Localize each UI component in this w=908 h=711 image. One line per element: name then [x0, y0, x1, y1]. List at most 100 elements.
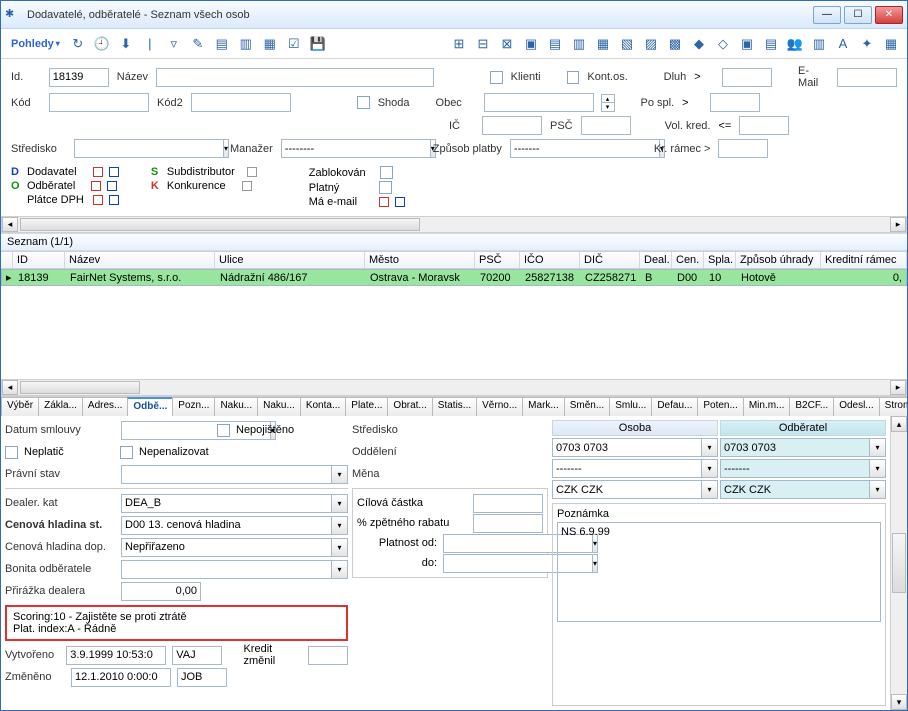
zpet-rabat-input[interactable]	[473, 514, 543, 533]
odb-blue-checkbox[interactable]	[107, 181, 117, 191]
dph-blue-checkbox[interactable]	[109, 195, 119, 205]
stredisko-input[interactable]	[74, 139, 224, 158]
col-id[interactable]: ID	[13, 252, 65, 268]
grid3-icon[interactable]: ⊠	[497, 34, 517, 54]
tab-14[interactable]: Smlu...	[609, 397, 652, 416]
odb-stredisko-btn[interactable]: ▾	[870, 438, 886, 457]
volkred-input[interactable]	[739, 116, 789, 135]
col-psc[interactable]: PSČ	[475, 252, 520, 268]
nepojisteno-checkbox[interactable]	[217, 424, 230, 437]
users-icon[interactable]: 👥	[785, 34, 805, 54]
mail-blue-checkbox[interactable]	[395, 197, 405, 207]
cenova-hladina-st-input[interactable]	[121, 516, 332, 535]
tab-15[interactable]: Defau...	[651, 397, 698, 416]
tab-11[interactable]: Věrno...	[476, 397, 523, 416]
col-ulice[interactable]: Ulice	[215, 252, 365, 268]
konk-checkbox[interactable]	[242, 181, 252, 191]
mail-red-checkbox[interactable]	[379, 197, 389, 207]
grid4-icon[interactable]: ▣	[521, 34, 541, 54]
tab-9[interactable]: Obrat...	[387, 397, 432, 416]
dealer-kat-input[interactable]	[121, 494, 332, 513]
dluh-input[interactable]	[722, 68, 772, 87]
tab-8[interactable]: Plate...	[345, 397, 388, 416]
email-input[interactable]	[837, 68, 897, 87]
odb-red-checkbox[interactable]	[91, 181, 101, 191]
tab-3[interactable]: Odbě...	[127, 397, 173, 416]
maximize-button[interactable]: ☐	[844, 6, 872, 24]
detail-vscroll[interactable]: ▴▾	[890, 416, 907, 710]
grid1-icon[interactable]: ⊞	[449, 34, 469, 54]
tab-1[interactable]: Zákla...	[38, 397, 83, 416]
klienti-checkbox[interactable]	[490, 71, 503, 84]
edit-icon[interactable]: ✎	[188, 34, 208, 54]
refresh-icon[interactable]: ↻	[68, 34, 88, 54]
grid2-icon[interactable]: ⊟	[473, 34, 493, 54]
tab-10[interactable]: Statis...	[432, 397, 477, 416]
tab-0[interactable]: Výběr	[1, 397, 39, 416]
close-button[interactable]: ✕	[875, 6, 903, 24]
pravni-stav-input[interactable]	[121, 465, 332, 484]
funnel-icon[interactable]: ▿	[164, 34, 184, 54]
minimize-button[interactable]: —	[813, 6, 841, 24]
col-spla[interactable]: Spla.	[704, 252, 736, 268]
tab-12[interactable]: Mark...	[522, 397, 565, 416]
col-uhrada[interactable]: Způsob úhrady	[736, 252, 821, 268]
doc2-icon[interactable]: ▥	[236, 34, 256, 54]
table-row[interactable]: ▸ 18139 FairNet Systems, s.r.o. Nádražní…	[1, 269, 907, 286]
grid12-icon[interactable]: ▤	[761, 34, 781, 54]
neplatic-checkbox[interactable]	[5, 446, 18, 459]
osoba-mena-btn[interactable]: ▾	[702, 480, 718, 499]
filter-hscroll[interactable]: ◂▸	[1, 216, 907, 233]
osoba-oddeleni-btn[interactable]: ▾	[702, 459, 718, 478]
grid8-icon[interactable]: ▧	[617, 34, 637, 54]
tab-4[interactable]: Pozn...	[172, 397, 215, 416]
grid11-icon[interactable]: ▣	[737, 34, 757, 54]
manazer-input[interactable]	[281, 139, 431, 158]
tab-2[interactable]: Adres...	[82, 397, 128, 416]
osoba-oddeleni[interactable]	[552, 459, 702, 478]
kod-input[interactable]	[49, 93, 149, 112]
psc-input[interactable]	[581, 116, 631, 135]
name-input[interactable]	[156, 68, 434, 87]
grid5-icon[interactable]: ▤	[545, 34, 565, 54]
zmeneno-user[interactable]	[177, 668, 227, 687]
tab-13[interactable]: Směn...	[564, 397, 610, 416]
col-nazev[interactable]: Název	[65, 252, 215, 268]
tab-7[interactable]: Konta...	[300, 397, 346, 416]
odb-oddeleni[interactable]	[720, 459, 870, 478]
cenova-hladina-dop-input[interactable]	[121, 538, 332, 557]
puzzle-icon[interactable]: ✦	[857, 34, 877, 54]
grid13-icon[interactable]: ▥	[809, 34, 829, 54]
doc1-icon[interactable]: ▤	[212, 34, 232, 54]
views-menu[interactable]: Pohledy▾	[7, 36, 64, 52]
grid10-icon[interactable]: ▩	[665, 34, 685, 54]
platny-checkbox[interactable]	[379, 181, 392, 194]
osoba-stredisko-btn[interactable]: ▾	[702, 438, 718, 457]
ic-input[interactable]	[482, 116, 542, 135]
tab-16[interactable]: Poten...	[697, 397, 743, 416]
osoba-stredisko[interactable]	[552, 438, 702, 457]
tab-19[interactable]: Odesl...	[833, 397, 879, 416]
odb-stredisko[interactable]	[720, 438, 870, 457]
book2-icon[interactable]: ◇	[713, 34, 733, 54]
cenova-hladina-dop-btn[interactable]: ▾	[332, 538, 348, 557]
col-mesto[interactable]: Město	[365, 252, 475, 268]
odb-mena-btn[interactable]: ▾	[870, 480, 886, 499]
check-icon[interactable]: ☑	[284, 34, 304, 54]
tab-20[interactable]: Strom...	[879, 397, 907, 416]
col-dic[interactable]: DIČ	[580, 252, 640, 268]
dod-blue-checkbox[interactable]	[109, 167, 119, 177]
kontos-checkbox[interactable]	[567, 71, 580, 84]
poznamka-textarea[interactable]: NS 6.9.99	[557, 522, 881, 622]
col-deal[interactable]: Deal.	[640, 252, 672, 268]
zablokovan-checkbox[interactable]	[380, 166, 393, 179]
tab-18[interactable]: B2CF...	[789, 397, 834, 416]
save-icon[interactable]: 💾	[308, 34, 328, 54]
dph-red-checkbox[interactable]	[93, 195, 103, 205]
zmeneno-dt[interactable]	[71, 668, 171, 687]
sub-checkbox[interactable]	[247, 167, 257, 177]
krramec-input[interactable]	[718, 139, 768, 158]
doc3-icon[interactable]: ▦	[260, 34, 280, 54]
nepenalizovat-checkbox[interactable]	[120, 446, 133, 459]
tab-5[interactable]: Naku...	[214, 397, 258, 416]
